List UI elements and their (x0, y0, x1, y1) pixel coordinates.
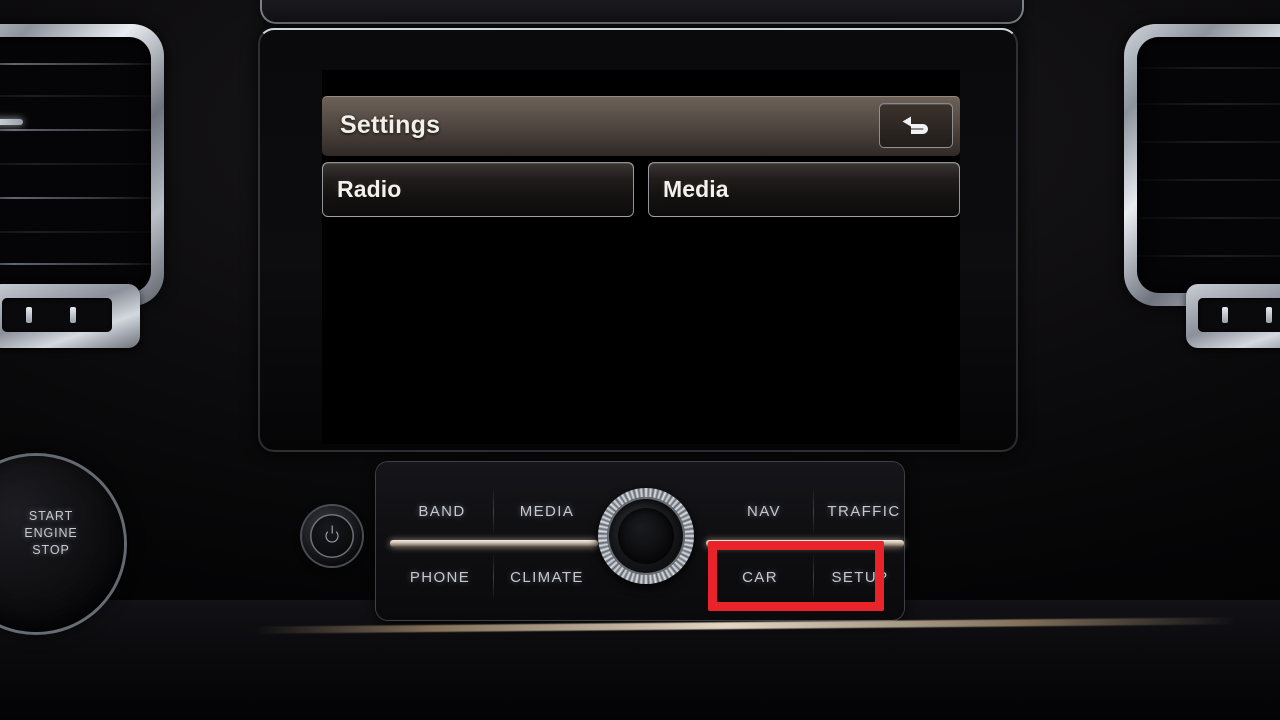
back-button[interactable] (879, 103, 953, 148)
upper-trim-panel (262, 0, 1022, 22)
nav-button[interactable]: NAV (716, 484, 812, 538)
ambient-light-strip-right (706, 540, 904, 547)
menu-item-label: Media (663, 176, 729, 202)
vent-control-left[interactable] (0, 284, 140, 348)
hardware-control-panel: BAND MEDIA PHONE CLIMATE NAV TRAFFIC CAR… (376, 462, 904, 620)
car-button[interactable]: CAR (712, 550, 808, 604)
power-volume-knob[interactable] (302, 506, 362, 566)
setup-button-label: SETUP (831, 568, 889, 586)
menu-item-label: Radio (337, 176, 402, 202)
start-stop-line1: START (28, 509, 74, 523)
ambient-light-strip-left (390, 540, 598, 547)
start-stop-line3: STOP (32, 543, 70, 557)
air-vent-left[interactable] (0, 24, 164, 306)
car-infotainment-scene: START ENGINE STOP Settings Radio Media B… (0, 0, 1280, 720)
start-stop-line2: ENGINE (24, 526, 78, 540)
infotainment-screen[interactable]: Settings Radio Media (322, 70, 960, 444)
return-arrow-icon (899, 114, 933, 138)
media-button[interactable]: MEDIA (494, 484, 600, 538)
vent-control-slot (1198, 298, 1280, 332)
volume-tune-knob[interactable] (598, 488, 694, 584)
vent-control-right[interactable] (1186, 284, 1280, 348)
page-title: Settings (340, 111, 441, 139)
knob-cap (618, 508, 674, 564)
button-divider (493, 486, 494, 536)
phone-button[interactable]: PHONE (388, 550, 492, 604)
climate-button-label: CLIMATE (510, 568, 584, 586)
button-divider (813, 552, 814, 602)
car-button-label: CAR (742, 568, 778, 586)
power-knob-ring (310, 514, 354, 558)
traffic-button-label: TRAFFIC (827, 502, 901, 520)
air-vent-right[interactable] (1124, 24, 1280, 306)
screen-title-bar: Settings (322, 96, 960, 156)
menu-item-media[interactable]: Media (648, 162, 960, 217)
head-unit-bezel: Settings Radio Media (258, 28, 1018, 452)
media-button-label: MEDIA (519, 502, 575, 520)
vent-control-slot (2, 298, 112, 332)
menu-item-radio[interactable]: Radio (322, 162, 634, 217)
nav-button-label: NAV (747, 502, 781, 520)
settings-menu-grid: Radio Media Voice operation Telephone Di… (322, 162, 960, 444)
traffic-button[interactable]: TRAFFIC (814, 484, 914, 538)
vent-louvers-right (1137, 37, 1280, 293)
setup-button[interactable]: SETUP (810, 550, 910, 604)
button-divider (813, 486, 814, 536)
button-divider (493, 552, 494, 602)
start-stop-label: START ENGINE STOP (0, 508, 124, 559)
phone-button-label: PHONE (409, 568, 471, 586)
climate-button[interactable]: CLIMATE (494, 550, 600, 604)
power-icon (325, 529, 339, 543)
band-button-label: BAND (418, 502, 466, 520)
band-button[interactable]: BAND (392, 484, 492, 538)
vent-louvers-left (0, 37, 151, 293)
